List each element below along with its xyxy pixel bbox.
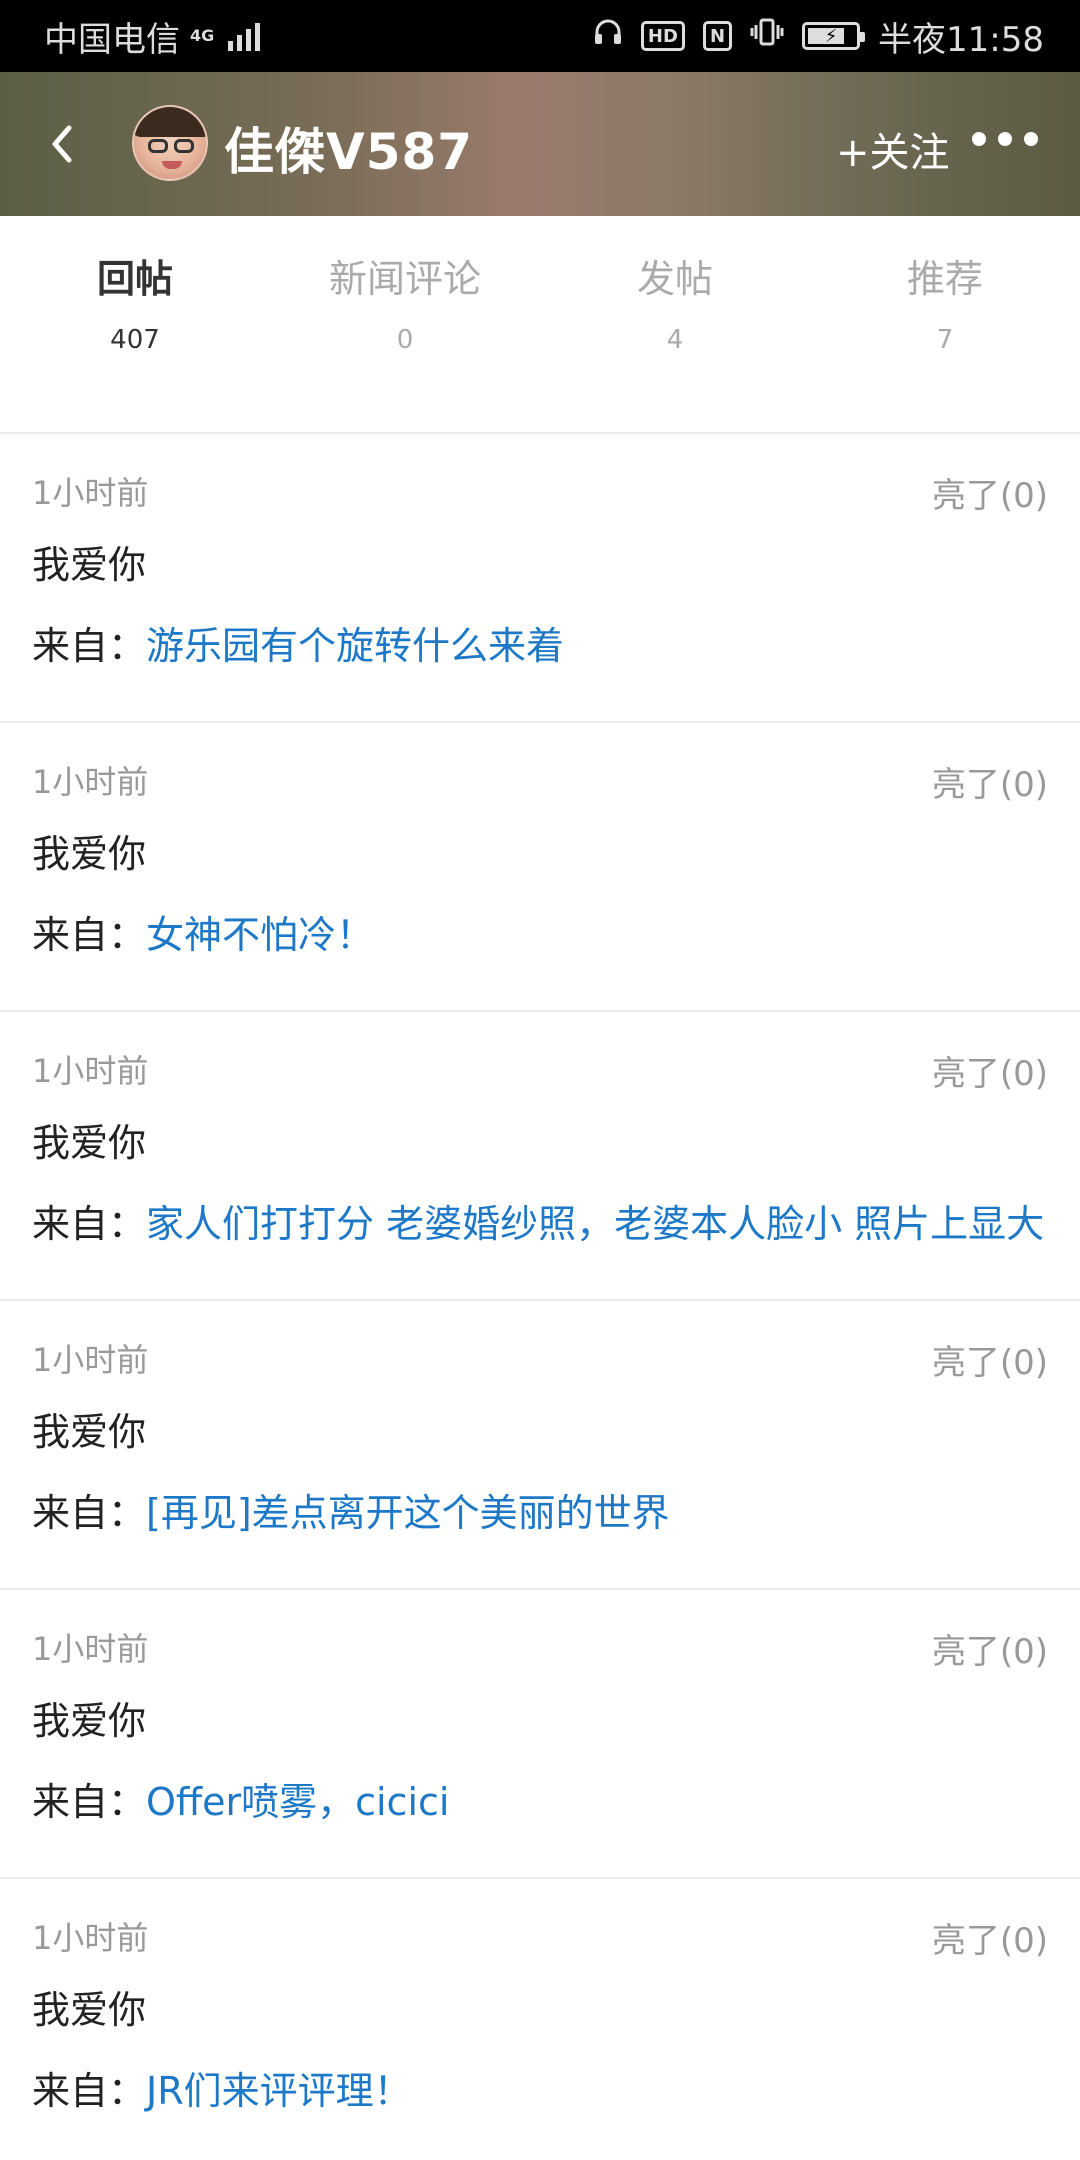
- carrier-name: 中国电信: [44, 19, 180, 60]
- source-label: 来自：: [32, 1491, 147, 1535]
- tab-label: 新闻评论: [328, 257, 481, 301]
- reply-source: 来自：[再见]差点离开这个美丽的世界: [32, 1478, 1048, 1548]
- reply-content: 我爱你: [32, 1699, 147, 1743]
- list-item[interactable]: 1小时前 亮了(0) 我爱你 来自：JR们来评评理！: [0, 1879, 1080, 2160]
- tab-posts[interactable]: 发帖 4: [540, 216, 810, 432]
- reply-source: 来自：女神不怕冷！: [32, 900, 1048, 970]
- follow-button[interactable]: +关注: [836, 120, 950, 178]
- tab-label: 回帖: [96, 257, 173, 301]
- back-button[interactable]: [36, 118, 88, 170]
- source-thread-link[interactable]: 家人们打打分 老婆婚纱照，老婆本人脸小 照片上显大: [146, 1202, 1044, 1246]
- reply-content: 我爱你: [32, 1988, 147, 2032]
- like-count[interactable]: 亮了(0): [932, 1913, 1048, 1962]
- profile-header: 佳傑V587 +关注: [0, 72, 1080, 216]
- vibrate-icon: [750, 16, 784, 56]
- list-item[interactable]: 1小时前 亮了(0) 我爱你 来自：家人们打打分 老婆婚纱照，老婆本人脸小 照片…: [0, 1012, 1080, 1301]
- clock: 半夜11:58: [878, 19, 1044, 60]
- chevron-left-icon: [52, 125, 72, 163]
- like-count[interactable]: 亮了(0): [932, 1624, 1048, 1673]
- status-bar: 中国电信 4G HD N ⚡ 半夜11:58: [0, 0, 1080, 72]
- post-time: 1小时前: [32, 1630, 149, 1668]
- network-type: 4G: [190, 26, 215, 45]
- like-count[interactable]: 亮了(0): [932, 757, 1048, 806]
- reply-source: 来自：家人们打打分 老婆婚纱照，老婆本人脸小 照片上显大: [32, 1189, 1048, 1259]
- reply-source: 来自：游乐园有个旋转什么来着: [32, 611, 1048, 681]
- tab-count: 7: [936, 325, 954, 355]
- profile-tabs: 回帖 407 新闻评论 0 发帖 4 推荐 7: [0, 216, 1080, 432]
- source-thread-link[interactable]: Offer喷雾，cicici: [146, 1780, 449, 1824]
- list-item[interactable]: 1小时前 亮了(0) 我爱你 来自：Offer喷雾，cicici: [0, 1590, 1080, 1879]
- status-left: 中国电信 4G: [44, 12, 261, 61]
- like-count[interactable]: 亮了(0): [932, 1046, 1048, 1095]
- source-thread-link[interactable]: 女神不怕冷！: [146, 913, 374, 957]
- reply-source: 来自：JR们来评评理！: [32, 2056, 1048, 2126]
- source-label: 来自：: [32, 913, 147, 957]
- reply-content: 我爱你: [32, 832, 147, 876]
- post-time: 1小时前: [32, 1052, 149, 1090]
- reply-content: 我爱你: [32, 543, 147, 587]
- tab-replies[interactable]: 回帖 407: [0, 216, 270, 432]
- tab-label: 推荐: [906, 257, 983, 301]
- source-thread-link[interactable]: 游乐园有个旋转什么来着: [146, 624, 564, 668]
- source-label: 来自：: [32, 1202, 147, 1246]
- reply-list: 1小时前 亮了(0) 我爱你 来自：游乐园有个旋转什么来着 1小时前 亮了(0)…: [0, 432, 1080, 2160]
- tab-recommended[interactable]: 推荐 7: [810, 216, 1080, 432]
- tab-count: 407: [110, 325, 160, 355]
- source-thread-link[interactable]: JR们来评评理！: [146, 2069, 412, 2113]
- tab-label: 发帖: [636, 257, 713, 301]
- signal-icon: [228, 21, 261, 51]
- source-thread-link[interactable]: [再见]差点离开这个美丽的世界: [146, 1491, 670, 1535]
- list-item[interactable]: 1小时前 亮了(0) 我爱你 来自：游乐园有个旋转什么来着: [0, 434, 1080, 723]
- tab-news-comments[interactable]: 新闻评论 0: [270, 216, 540, 432]
- more-options-icon[interactable]: [972, 132, 1038, 146]
- status-right: HD N ⚡ 半夜11:58: [593, 12, 1044, 61]
- username: 佳傑V587: [224, 123, 474, 181]
- post-time: 1小时前: [32, 1919, 149, 1957]
- like-count[interactable]: 亮了(0): [932, 1335, 1048, 1384]
- source-label: 来自：: [32, 2069, 147, 2113]
- source-label: 来自：: [32, 1780, 147, 1824]
- post-time: 1小时前: [32, 1341, 149, 1379]
- post-time: 1小时前: [32, 763, 149, 801]
- reply-source: 来自：Offer喷雾，cicici: [32, 1767, 1048, 1837]
- avatar[interactable]: [132, 105, 208, 181]
- hd-icon: HD: [640, 21, 685, 51]
- tab-count: 0: [396, 325, 414, 355]
- reply-content: 我爱你: [32, 1121, 147, 1165]
- nfc-icon: N: [702, 21, 733, 51]
- tab-count: 4: [666, 325, 684, 355]
- headphones-icon: [593, 16, 623, 56]
- battery-icon: ⚡: [802, 22, 866, 50]
- post-time: 1小时前: [32, 474, 149, 512]
- reply-content: 我爱你: [32, 1410, 147, 1454]
- like-count[interactable]: 亮了(0): [932, 468, 1048, 517]
- list-item[interactable]: 1小时前 亮了(0) 我爱你 来自：女神不怕冷！: [0, 723, 1080, 1012]
- source-label: 来自：: [32, 624, 147, 668]
- list-item[interactable]: 1小时前 亮了(0) 我爱你 来自：[再见]差点离开这个美丽的世界: [0, 1301, 1080, 1590]
